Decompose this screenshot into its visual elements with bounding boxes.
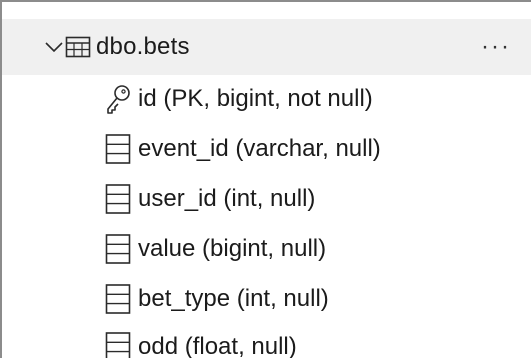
column-label: user_id (int, null) [138, 185, 316, 212]
column-item-id[interactable]: id (PK, bigint, not null) [2, 73, 531, 125]
column-label: event_id (varchar, null) [138, 135, 381, 162]
column-item-bet-type[interactable]: bet_type (int, null) [2, 273, 531, 325]
column-label: value (bigint, null) [138, 235, 327, 262]
table-node-dbo-bets[interactable]: dbo.bets ··· [2, 19, 531, 75]
column-icon [105, 183, 131, 215]
column-label: odd (float, null) [138, 333, 297, 358]
table-icon [65, 36, 91, 58]
column-label: bet_type (int, null) [138, 285, 329, 312]
column-item-event-id[interactable]: event_id (varchar, null) [2, 123, 531, 175]
column-icon [105, 283, 131, 315]
column-label: id (PK, bigint, not null) [138, 85, 373, 112]
column-item-value[interactable]: value (bigint, null) [2, 223, 531, 275]
table-name-label: dbo.bets [96, 33, 190, 60]
column-icon [105, 233, 131, 265]
column-item-odd[interactable]: odd (float, null) [2, 321, 531, 358]
object-explorer-panel: dbo.bets ··· id (PK, bigint, not null) e… [0, 0, 531, 358]
more-options-button[interactable]: ··· [481, 35, 511, 59]
column-icon [105, 133, 131, 165]
chevron-down-icon[interactable] [44, 40, 64, 54]
key-icon [105, 83, 131, 115]
column-icon [105, 331, 131, 358]
column-item-user-id[interactable]: user_id (int, null) [2, 173, 531, 225]
